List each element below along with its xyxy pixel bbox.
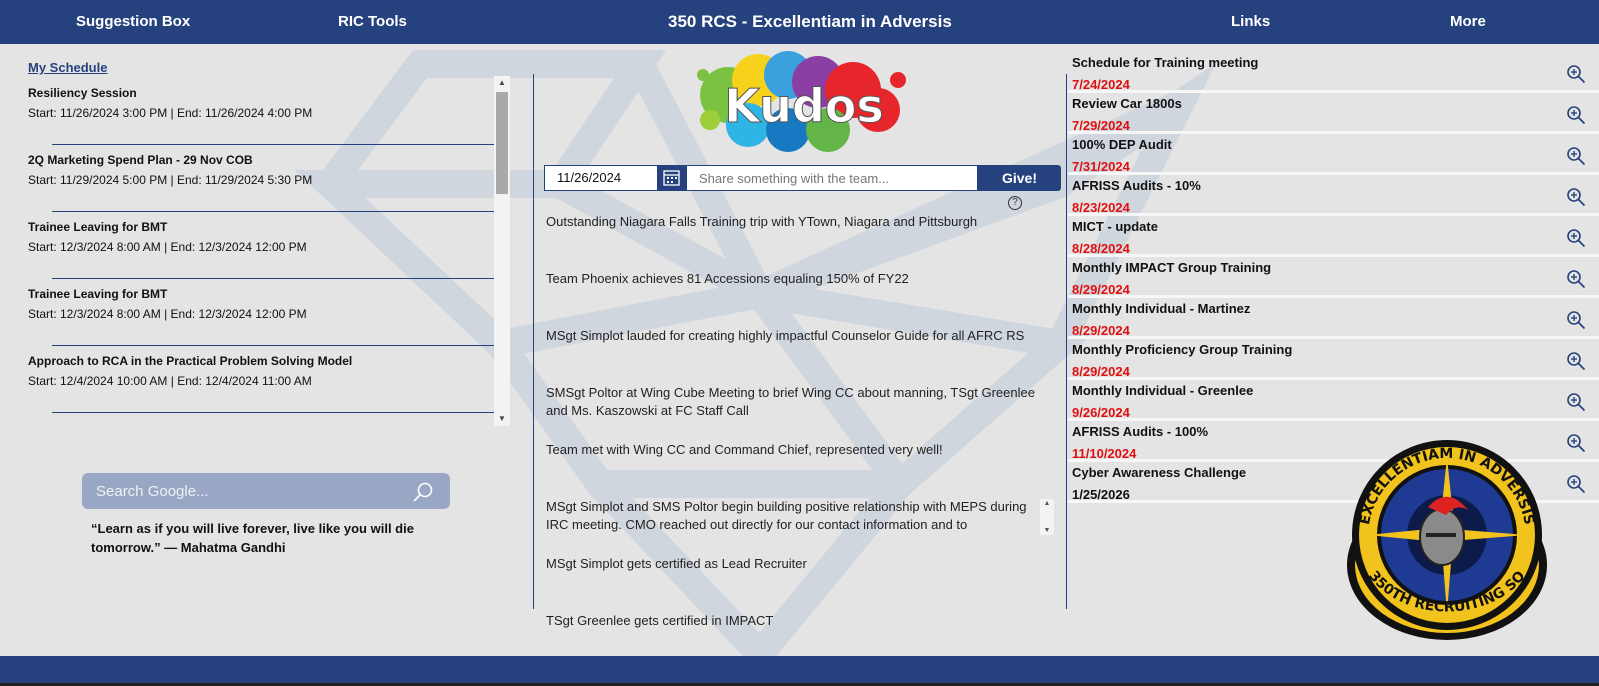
list-item[interactable]: Monthly Individual - Martinez 8/29/2024 — [1068, 298, 1599, 339]
list-item[interactable]: AFRISS Audits - 10% 8/23/2024 — [1068, 175, 1599, 216]
event-name: AFRISS Audits - 100% — [1072, 424, 1209, 439]
share-field-wrapper — [686, 165, 978, 191]
event-name: AFRISS Audits - 10% — [1072, 178, 1201, 193]
kudos-item: Team met with Wing CC and Command Chief,… — [546, 442, 943, 457]
zoom-in-icon[interactable] — [1566, 146, 1586, 166]
event-name: 100% DEP Audit — [1072, 137, 1172, 152]
list-item[interactable]: Schedule for Training meeting 7/24/2024 — [1068, 52, 1599, 93]
event-name: Monthly Individual - Martinez — [1072, 301, 1251, 316]
event-name: Review Car 1800s — [1072, 96, 1182, 111]
zoom-in-icon[interactable] — [1566, 433, 1586, 453]
event-time: Start: 11/26/2024 3:00 PM | End: 11/26/2… — [28, 106, 313, 120]
share-input[interactable] — [687, 166, 977, 190]
kudos-item: MSgt Simplot and SMS Poltor begin buildi… — [546, 499, 1027, 532]
kudos-item: TSgt Greenlee gets certified in IMPACT — [546, 613, 774, 628]
list-item[interactable]: Approach to RCA in the Practical Problem… — [26, 346, 494, 413]
event-time: Start: 12/3/2024 8:00 AM | End: 12/3/202… — [28, 307, 307, 321]
kudos-item-scrollbar[interactable]: ▲ ▼ — [1040, 499, 1054, 535]
nav-links[interactable]: Links — [1231, 0, 1270, 44]
scroll-up-icon[interactable]: ▲ — [494, 76, 510, 90]
date-picker-button[interactable] — [657, 165, 686, 191]
event-name: Monthly Proficiency Group Training — [1072, 342, 1293, 357]
event-name: Trainee Leaving for BMT — [28, 220, 168, 234]
event-name: MICT - update — [1072, 219, 1158, 234]
event-time: Start: 12/3/2024 8:00 AM | End: 12/3/202… — [28, 240, 307, 254]
list-item[interactable]: Review Car 1800s 7/29/2024 — [1068, 93, 1599, 134]
zoom-in-icon[interactable] — [1566, 269, 1586, 289]
nav-suggestion-box[interactable]: Suggestion Box — [76, 0, 190, 44]
scroll-down-icon[interactable]: ▼ — [494, 412, 510, 426]
zoom-in-icon[interactable] — [1566, 392, 1586, 412]
list-item[interactable]: Monthly IMPACT Group Training 8/29/2024 — [1068, 257, 1599, 298]
event-time: Start: 11/29/2024 5:00 PM | End: 11/29/2… — [28, 173, 313, 187]
event-name: Monthly IMPACT Group Training — [1072, 260, 1272, 275]
schedule-list: Resiliency Session Start: 11/26/2024 3:0… — [26, 78, 494, 426]
zoom-in-icon[interactable] — [1566, 187, 1586, 207]
kudos-item: MSgt Simplot lauded for creating highly … — [546, 328, 1025, 343]
zoom-in-icon[interactable] — [1566, 474, 1586, 494]
list-item[interactable]: Trainee Leaving for BMT Start: 12/3/2024… — [26, 212, 494, 279]
google-search-box — [82, 473, 450, 509]
search-icon[interactable] — [412, 481, 434, 503]
help-icon[interactable]: ? — [1008, 196, 1022, 210]
kudos-item: MSgt Simplot gets certified as Lead Recr… — [546, 556, 807, 571]
zoom-in-icon[interactable] — [1566, 351, 1586, 371]
squadron-patch-logo: EXCELLENTIAM IN ADVERSIS 350TH RECRUITIN… — [1347, 440, 1547, 640]
event-name: Resiliency Session — [28, 86, 137, 100]
event-name: Trainee Leaving for BMT — [28, 287, 168, 301]
list-item[interactable]: Trainee Leaving for BMT Start: 12/3/2024… — [26, 279, 494, 346]
scroll-down-icon[interactable]: ▼ — [1040, 527, 1054, 534]
list-item[interactable]: Monthly Individual - Greenlee 9/26/2024 — [1068, 380, 1599, 421]
date-field[interactable]: 11/26/2024 — [544, 165, 658, 191]
kudos-logo-text: Kudos — [724, 79, 884, 133]
kudos-logo: Kudos — [697, 51, 906, 152]
scroll-thumb[interactable] — [496, 92, 508, 194]
calendar-icon — [663, 170, 680, 186]
page-title: 350 RCS - Excellentiam in Adversis — [668, 12, 952, 31]
quote-text: “Learn as if you will live forever, live… — [91, 521, 414, 555]
kudos-item: Team Phoenix achieves 81 Accessions equa… — [546, 271, 909, 286]
zoom-in-icon[interactable] — [1566, 105, 1586, 125]
event-name: 2Q Marketing Spend Plan - 29 Nov COB — [28, 153, 253, 167]
divider — [52, 412, 494, 413]
my-schedule-link[interactable]: My Schedule — [28, 60, 107, 75]
zoom-in-icon[interactable] — [1566, 310, 1586, 330]
nav-ric-tools[interactable]: RIC Tools — [338, 0, 407, 44]
zoom-in-icon[interactable] — [1566, 228, 1586, 248]
list-item[interactable]: Resiliency Session Start: 11/26/2024 3:0… — [26, 78, 494, 145]
event-name: Approach to RCA in the Practical Problem… — [28, 354, 353, 368]
footer-bar — [0, 656, 1599, 686]
event-time: Start: 12/4/2024 10:00 AM | End: 12/4/20… — [28, 374, 312, 388]
kudos-item: Outstanding Niagara Falls Training trip … — [546, 214, 978, 229]
event-name: Cyber Awareness Challenge — [1072, 465, 1247, 480]
list-item[interactable]: 2Q Marketing Spend Plan - 29 Nov COB Sta… — [26, 145, 494, 212]
event-name: Schedule for Training meeting — [1072, 55, 1259, 70]
divider — [1066, 74, 1067, 609]
top-nav-bar: Suggestion Box RIC Tools 350 RCS - Excel… — [0, 0, 1599, 44]
list-item[interactable]: MICT - update 8/28/2024 — [1068, 216, 1599, 257]
give-button[interactable]: Give! — [978, 165, 1061, 191]
nav-more[interactable]: More — [1450, 0, 1486, 44]
search-input[interactable] — [96, 473, 396, 509]
divider — [533, 74, 534, 609]
scroll-up-icon[interactable]: ▲ — [1040, 500, 1054, 507]
list-item[interactable]: Monthly Proficiency Group Training 8/29/… — [1068, 339, 1599, 380]
schedule-scrollbar[interactable]: ▲ ▼ — [494, 76, 510, 426]
zoom-in-icon[interactable] — [1566, 64, 1586, 84]
list-item[interactable]: 100% DEP Audit 7/31/2024 — [1068, 134, 1599, 175]
kudos-item: SMSgt Poltor at Wing Cube Meeting to bri… — [546, 385, 1035, 418]
event-name: Monthly Individual - Greenlee — [1072, 383, 1254, 398]
